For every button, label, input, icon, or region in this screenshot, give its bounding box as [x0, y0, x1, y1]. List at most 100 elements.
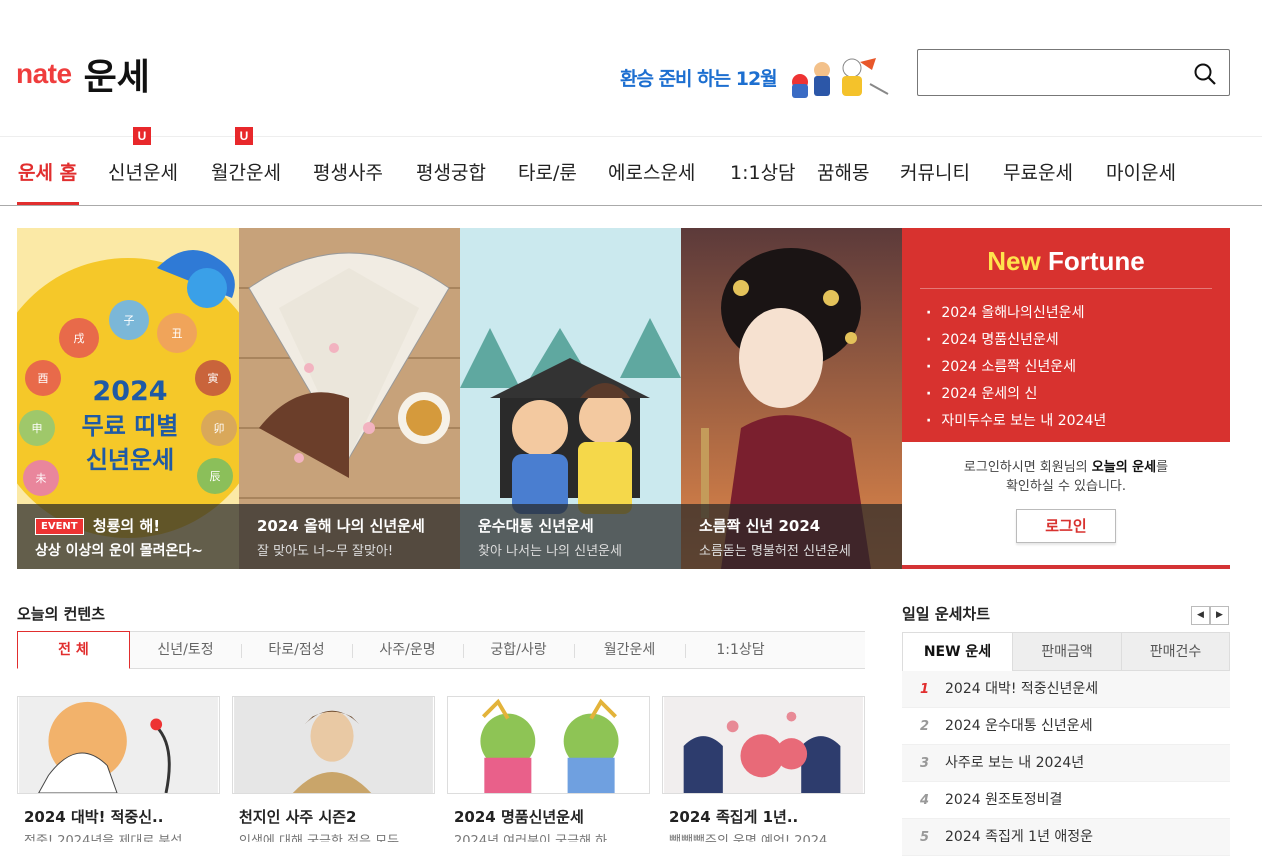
nav-item-home[interactable]: 운세 홈 — [18, 158, 77, 185]
today-contents-title: 오늘의 컨텐츠 — [17, 605, 106, 623]
rank-number: 2 — [920, 719, 930, 734]
rank-label: 2024 족집게 1년 애정운 — [945, 829, 1094, 845]
nav-item-lifetime-compat[interactable]: 평생궁합 — [416, 158, 486, 185]
rank-label: 2024 원조토정비결 — [945, 792, 1063, 808]
ranking-item[interactable]: 2 2024 운수대통 신년운세 — [902, 708, 1230, 745]
banner-subtitle: 상상 이상의 운이 몰려온다~ — [35, 543, 204, 559]
new-fortune-list: 2024 올해나의신년운세 2024 명품신년운세 2024 소름쫙 신년운세 … — [926, 300, 1106, 435]
new-fortune-item[interactable]: 2024 올해나의신년운세 — [926, 300, 1106, 327]
tab-newyear[interactable]: 신년/토정 — [130, 632, 241, 669]
content-card-title: 2024 족집게 1년.. — [669, 808, 799, 826]
ranking-item[interactable]: 1 2024 대박! 적중신년운세 — [902, 671, 1230, 708]
zodiac-label: 酉 — [38, 372, 49, 385]
tab-sales-amount[interactable]: 판매금액 — [1012, 633, 1121, 671]
new-fortune-title-rest: Fortune — [1047, 246, 1145, 276]
content-thumbnail — [17, 696, 220, 794]
content-card[interactable]: 2024 명품신년운세 2024년 여러분이 궁금해 하 — [447, 696, 650, 842]
tab-saju[interactable]: 사주/운명 — [352, 632, 463, 669]
new-fortune-item[interactable]: 2024 소름쫙 신년운세 — [926, 354, 1106, 381]
banner-zodiac-year: 2024 — [92, 376, 167, 407]
nav-item-monthly[interactable]: 월간운세 — [211, 158, 281, 185]
nav-item-dream[interactable]: 꿈해몽 — [817, 158, 869, 185]
nav-item-tarot[interactable]: 타로/룬 — [518, 158, 577, 185]
zodiac-label: 辰 — [210, 470, 221, 483]
rank-label: 2024 대박! 적중신년운세 — [945, 681, 1099, 697]
chevron-left-icon[interactable]: ◀ — [1191, 606, 1210, 625]
zodiac-label: 子 — [124, 314, 135, 327]
chevron-right-icon[interactable]: ▶ — [1210, 606, 1229, 625]
nav-item-consult[interactable]: 1:1상담 — [730, 158, 796, 185]
banner-zodiac-line: 무료 띠별 — [82, 412, 179, 440]
rank-number: 3 — [920, 756, 930, 771]
banner-caption: 소름쫙 신년 2024 소름돋는 명불허전 신년운세 — [681, 504, 902, 569]
banner-carousel: 戌 子 丑 酉 寅 申 卯 未 辰 2024 무료 띠별 신년운세 EVENT … — [17, 228, 902, 569]
content-card-desc: 인생에 대해 궁금한 점은 모두 — [239, 834, 400, 842]
promo-text[interactable]: 환승 준비 하는 12월 — [620, 64, 778, 91]
search-icon[interactable] — [1193, 62, 1217, 86]
tab-monthly[interactable]: 월간운세 — [574, 632, 685, 669]
logo[interactable]: nate 운세 — [16, 48, 150, 100]
banner-fan[interactable]: 2024 올해 나의 신년운세 잘 맞아도 너~무 잘맞아! — [239, 228, 460, 569]
zodiac-label: 寅 — [208, 371, 219, 385]
banner-caption: EVENT 청룡의 해! 상상 이상의 운이 몰려온다~ — [17, 504, 239, 569]
tab-sales-count[interactable]: 판매건수 — [1121, 633, 1229, 671]
login-message-text: 로그인하시면 회원님의 — [963, 460, 1092, 475]
login-message-bold: 오늘의 운세 — [1091, 460, 1157, 475]
search-box — [917, 49, 1230, 96]
rank-number: 1 — [920, 682, 930, 697]
new-fortune-item[interactable]: 자미두수로 보는 내 2024년 — [926, 408, 1106, 435]
logo-section[interactable]: 운세 — [84, 48, 150, 100]
zodiac-label: 未 — [36, 472, 47, 485]
daily-chart-title: 일일 운세차트 — [902, 605, 991, 623]
login-button[interactable]: 로그인 — [1016, 509, 1116, 543]
zodiac-label: 戌 — [74, 332, 85, 345]
new-fortune-item[interactable]: 2024 명품신년운세 — [926, 327, 1106, 354]
banner-subtitle: 찾아 나서는 나의 신년운세 — [478, 544, 622, 559]
banner-title: 운수대통 신년운세 — [478, 517, 594, 535]
nav-item-newyear[interactable]: 신년운세 — [108, 158, 178, 185]
banner-subtitle: 잘 맞아도 너~무 잘맞아! — [257, 544, 394, 559]
content-card-desc: 빽빽빽주의 운명 예언! 2024 — [669, 834, 828, 842]
nav-item-my[interactable]: 마이운세 — [1106, 158, 1176, 185]
chart-pager: ◀ ▶ — [1191, 606, 1230, 625]
content-thumbnail — [447, 696, 650, 794]
banner-zodiac-line: 신년운세 — [86, 446, 174, 474]
chart-tabs: NEW 운세 판매금액 판매건수 — [902, 632, 1230, 671]
nav-item-lifetime-saju[interactable]: 평생사주 — [313, 158, 383, 185]
logo-brand[interactable]: nate — [16, 58, 72, 90]
tab-consult[interactable]: 1:1상담 — [685, 632, 796, 669]
banner-title: EVENT 청룡의 해! — [35, 515, 239, 536]
nav-item-eros[interactable]: 에로스운세 — [608, 158, 695, 185]
banner-title: 2024 올해 나의 신년운세 — [257, 517, 425, 535]
divider — [920, 288, 1212, 289]
rank-label: 2024 운수대통 신년운세 — [945, 718, 1093, 734]
nav-item-free[interactable]: 무료운세 — [1003, 158, 1073, 185]
nav-item-community[interactable]: 커뮤니티 — [900, 158, 970, 185]
tab-new-fortune[interactable]: NEW 운세 — [903, 633, 1012, 671]
content-card-title: 2024 대박! 적중신.. — [24, 808, 164, 826]
rank-number: 5 — [920, 830, 930, 845]
new-fortune-item[interactable]: 2024 운세의 신 — [926, 381, 1106, 408]
content-card-desc: 적중! 2024년을 제대로 분석 — [24, 834, 183, 842]
ranking-item[interactable]: 5 2024 족집게 1년 애정운 — [902, 819, 1230, 856]
promo-banner[interactable]: 환승 준비 하는 12월 — [620, 54, 890, 100]
search-input[interactable] — [926, 60, 1176, 86]
tab-compat[interactable]: 궁합/사랑 — [463, 632, 574, 669]
zodiac-label: 申 — [32, 422, 43, 435]
banner-kids[interactable]: 운수대통 신년운세 찾아 나서는 나의 신년운세 — [460, 228, 681, 569]
ranking-item[interactable]: 3 사주로 보는 내 2024년 — [902, 745, 1230, 782]
login-message-text: 를 — [1156, 460, 1169, 475]
login-message-text: 확인하실 수 있습니다. — [1005, 479, 1127, 494]
header: nate 운세 환승 준비 하는 12월 — [0, 0, 1262, 136]
tab-all[interactable]: 전 체 — [17, 631, 130, 669]
content-card[interactable]: 천지인 사주 시즌2 인생에 대해 궁금한 점은 모두 — [232, 696, 435, 842]
tab-tarot[interactable]: 타로/점성 — [241, 632, 352, 669]
zodiac-label: 丑 — [172, 327, 183, 340]
content-card[interactable]: 2024 대박! 적중신.. 적중! 2024년을 제대로 분석 — [17, 696, 220, 842]
ranking-item[interactable]: 4 2024 원조토정비결 — [902, 782, 1230, 819]
banner-caption: 운수대통 신년운세 찾아 나서는 나의 신년운세 — [460, 504, 681, 569]
banner-zodiac[interactable]: 戌 子 丑 酉 寅 申 卯 未 辰 2024 무료 띠별 신년운세 EVENT … — [17, 228, 239, 569]
banner-woman[interactable]: 소름쫙 신년 2024 소름돋는 명불허전 신년운세 — [681, 228, 902, 569]
rank-label: 사주로 보는 내 2024년 — [945, 755, 1085, 771]
content-card[interactable]: 2024 족집게 1년.. 빽빽빽주의 운명 예언! 2024 — [662, 696, 865, 842]
